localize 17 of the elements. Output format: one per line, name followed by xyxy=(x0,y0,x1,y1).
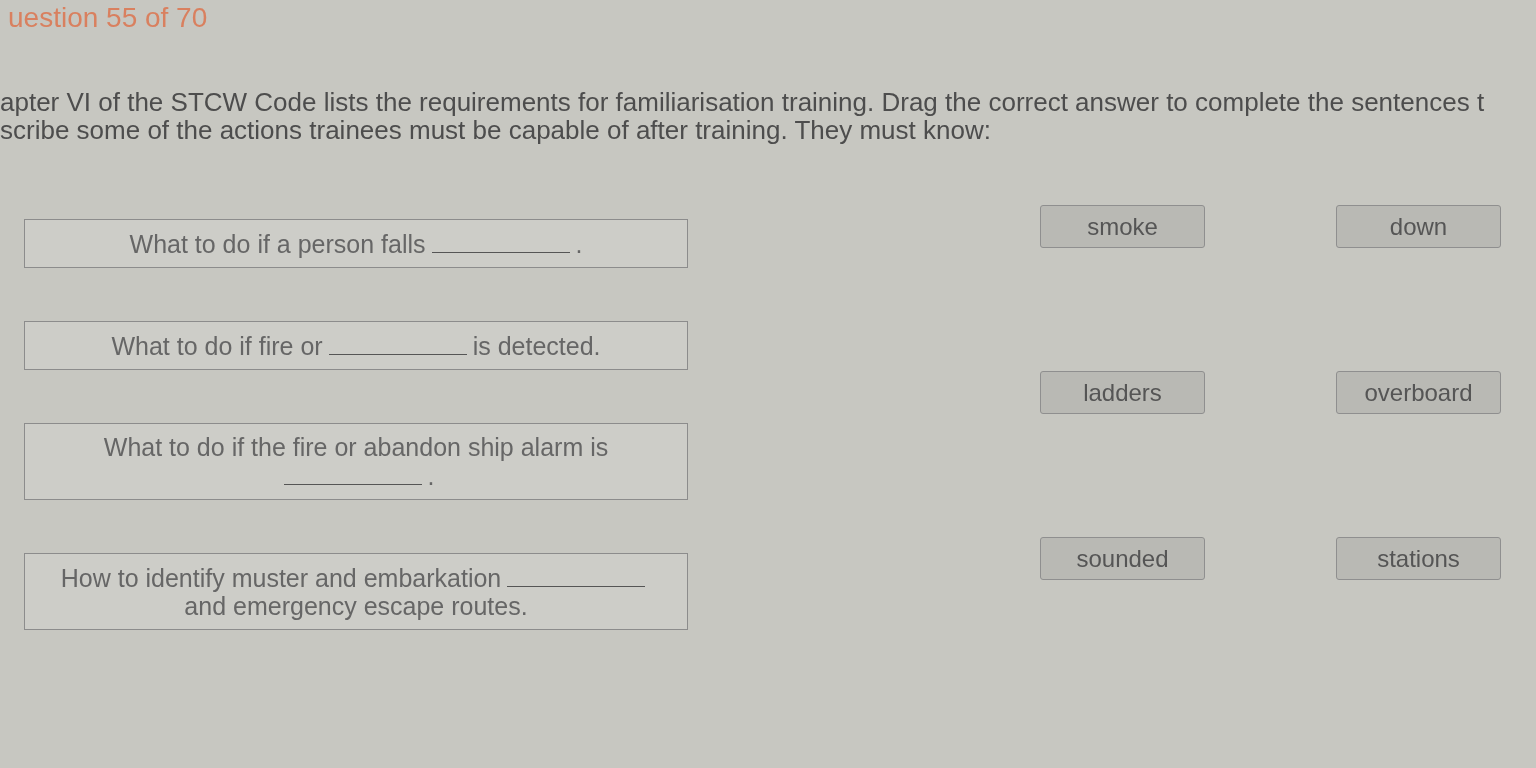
instruction-text: scribe some of the actions trainees must be capable of after training. They must know: xyxy=(0,116,991,144)
answer-chip[interactable]: sounded xyxy=(1040,537,1205,580)
sentence-text: . xyxy=(427,462,435,490)
sentence-text: What to do if a person falls xyxy=(129,230,426,258)
sentence-text: . xyxy=(575,230,583,258)
sentence-text: is detected. xyxy=(472,332,601,360)
answer-chip[interactable]: stations xyxy=(1336,537,1501,580)
sentence-text: How to identify muster and embarkation xyxy=(60,564,502,592)
sentence-text: What to do if the fire or abandon ship alarm is xyxy=(103,433,609,461)
answer-chip[interactable]: down xyxy=(1336,205,1501,248)
answer-chip[interactable]: ladders xyxy=(1040,371,1205,414)
sentence-text: What to do if fire or xyxy=(111,332,323,360)
answer-chip[interactable]: overboard xyxy=(1336,371,1501,414)
sentence-text: and emergency escape routes. xyxy=(184,592,528,620)
question-counter: uestion 55 of 70 xyxy=(7,1,208,34)
instruction-text: apter VI of the STCW Code lists the requirements for familiarisation training. Drag the correct answer to complete the sentences t xyxy=(0,88,1485,116)
answer-chip[interactable]: smoke xyxy=(1040,205,1205,248)
